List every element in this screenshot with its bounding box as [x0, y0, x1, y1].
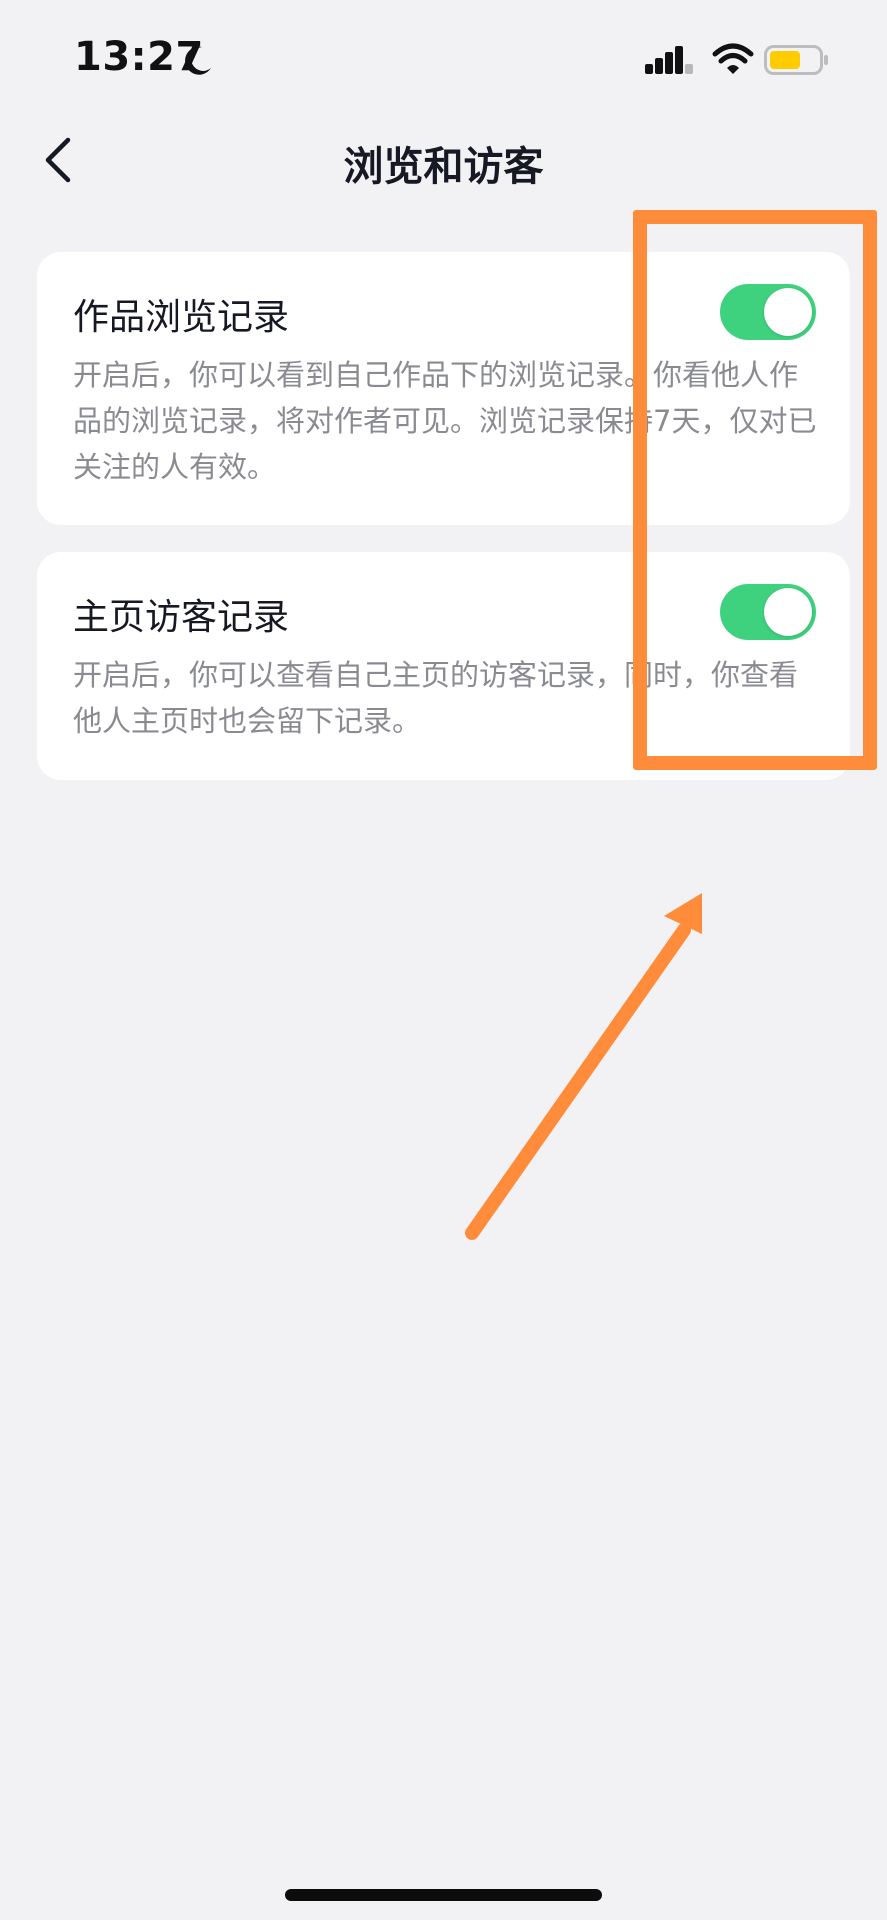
nav-bar: 浏览和访客: [0, 110, 887, 210]
annotation-highlight-box: [633, 210, 877, 770]
moon-icon: [185, 46, 211, 75]
battery-icon: [764, 45, 828, 75]
wifi-icon: [712, 43, 754, 74]
signal-icon: [645, 46, 693, 74]
page-title: 浏览和访客: [343, 144, 544, 190]
home-indicator: [285, 1889, 602, 1901]
status-bar: 13:27: [0, 0, 887, 110]
setting-title: 作品浏览记录: [73, 297, 290, 338]
setting-title: 主页访客记录: [73, 597, 290, 638]
